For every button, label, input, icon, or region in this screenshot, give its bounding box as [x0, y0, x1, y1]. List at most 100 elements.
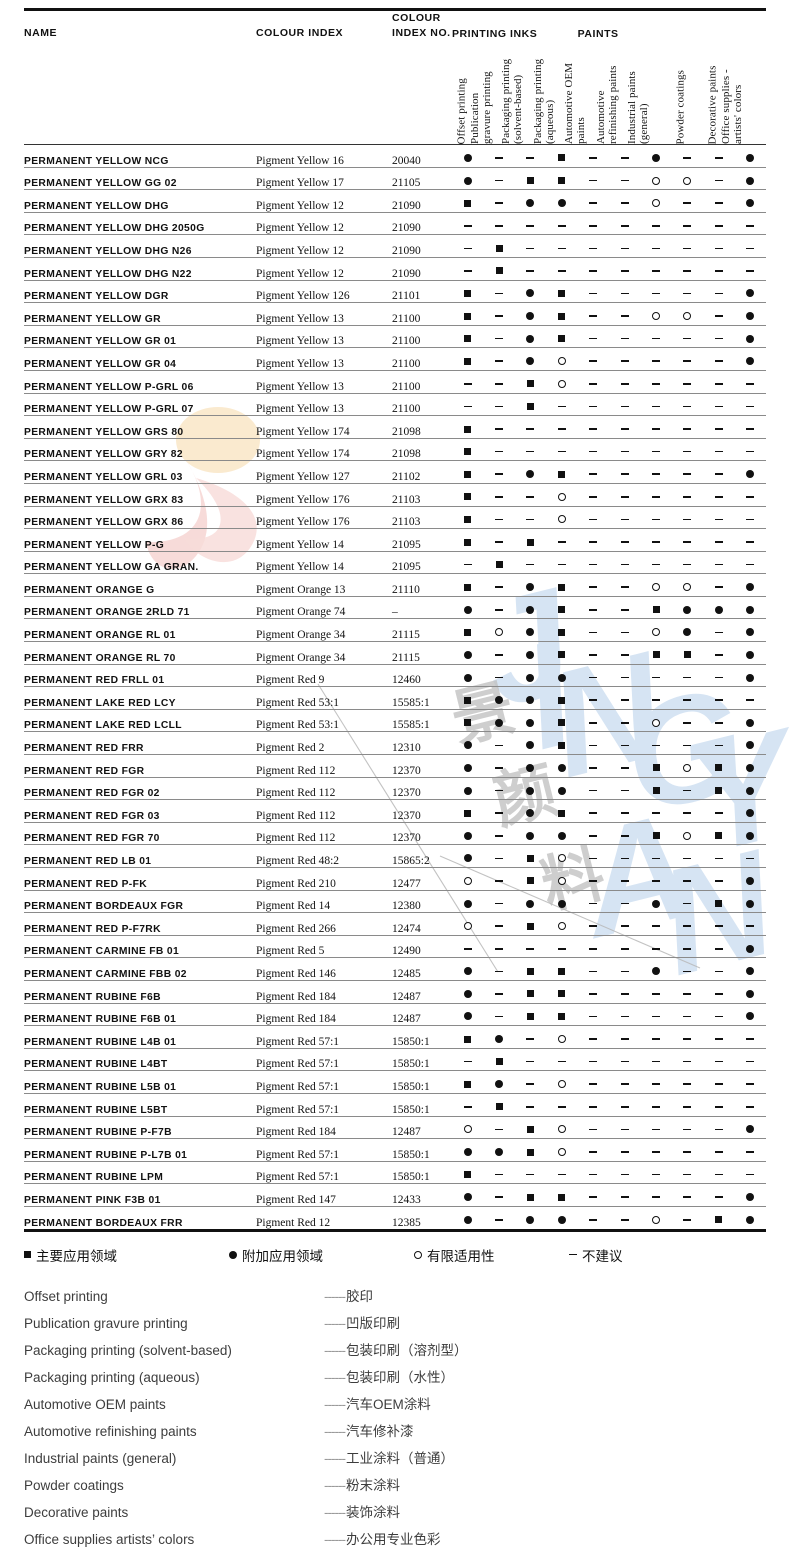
cell-pack_aqueous: [546, 1138, 578, 1162]
mark-circle-additional: [557, 199, 566, 208]
mark-dash-not-recommended: [683, 247, 692, 250]
cell-colour-index-no: 21090: [392, 234, 452, 258]
cell-offset: [452, 1092, 484, 1117]
mark-circle-additional: [557, 899, 566, 908]
cell-office: [734, 211, 766, 235]
table-row[interactable]: PERMANENT YELLOW NCG Pigment Yellow 16 200…: [24, 144, 766, 168]
cell-colour-index: Pigment Yellow 14: [256, 550, 392, 574]
table-row[interactable]: PERMANENT RED FRR Pigment Red 2 12310: [24, 731, 766, 755]
cell-powder: [671, 1138, 704, 1162]
cell-auto_refinish: [608, 708, 641, 732]
cell-offset: [452, 1002, 484, 1026]
table-row[interactable]: PERMANENT BORDEAUX FGR Pigment Red 14 1238…: [24, 889, 766, 913]
mark-dash-not-recommended: [495, 360, 504, 363]
legend-item-chinese: 粉末涂料: [345, 1477, 400, 1493]
mark-open-circle-limited: [557, 876, 566, 885]
cell-auto_oem: [577, 1138, 609, 1162]
table-row[interactable]: PERMANENT ORANGE RL 01 Pigment Orange 34 2…: [24, 618, 766, 642]
table-row[interactable]: PERMANENT RUBINE L5BT Pigment Red 57:1 158…: [24, 1092, 766, 1117]
table-row[interactable]: PERMANENT YELLOW GRX 83 Pigment Yellow 17…: [24, 482, 766, 506]
cell-gravure: [483, 1092, 515, 1117]
table-row[interactable]: PERMANENT RUBINE LPM Pigment Red 57:1 1585…: [24, 1160, 766, 1184]
cell-pack_solvent: [514, 234, 547, 258]
mark-dash-not-recommended: [683, 292, 692, 295]
mark-square-primary: [526, 380, 534, 388]
table-row[interactable]: PERMANENT RED FRLL 01 Pigment Red 9 12460: [24, 663, 766, 687]
legend-item: Offset printing ------ 胶印: [24, 1283, 766, 1310]
table-row[interactable]: PERMANENT RED FGR 70 Pigment Red 112 12370: [24, 821, 766, 845]
table-row[interactable]: PERMANENT YELLOW DHG 2050G Pigment Yellow…: [24, 211, 766, 235]
table-row[interactable]: PERMANENT BORDEAUX FRR Pigment Red 12 1238…: [24, 1205, 766, 1229]
table-row[interactable]: PERMANENT RED LB 01 Pigment Red 48:2 15865…: [24, 844, 766, 868]
cell-gravure: [483, 1025, 515, 1049]
mark-dash-not-recommended: [557, 1173, 566, 1176]
table-row[interactable]: PERMANENT YELLOW GG 02 Pigment Yellow 17 2…: [24, 166, 766, 190]
cell-offset: [452, 234, 484, 258]
cell-auto_oem: [577, 641, 609, 665]
mark-dash-not-recommended: [589, 202, 598, 204]
table-row[interactable]: PERMANENT YELLOW GR 01 Pigment Yellow 13 2…: [24, 324, 766, 348]
table-row[interactable]: PERMANENT YELLOW DGR Pigment Yellow 126 21…: [24, 279, 766, 303]
table-row[interactable]: PERMANENT RUBINE P-L7B 01 Pigment Red 57:…: [24, 1138, 766, 1162]
mark-square-primary: [464, 1080, 472, 1088]
table-row[interactable]: PERMANENT RUBINE F6B 01 Pigment Red 184 12…: [24, 1002, 766, 1026]
table-row[interactable]: PERMANENT YELLOW P-GRL 06 Pigment Yellow …: [24, 369, 766, 394]
cell-product-name: PERMANENT YELLOW NCG: [24, 144, 256, 168]
table-row[interactable]: PERMANENT RUBINE L4BT Pigment Red 57:1 158…: [24, 1047, 766, 1071]
mark-circle-additional: [463, 176, 472, 185]
mark-dash-not-recommended: [683, 1196, 692, 1199]
table-row[interactable]: PERMANENT YELLOW GRY 82 Pigment Yellow 17…: [24, 437, 766, 461]
mark-square-primary: [464, 696, 472, 704]
cell-decorative: [703, 347, 735, 371]
table-row[interactable]: PERMANENT RED P-FK Pigment Red 210 12477: [24, 867, 766, 891]
mark-dash-not-recommended: [714, 925, 723, 927]
mark-dash-not-recommended: [589, 1151, 598, 1153]
cell-product-name: PERMANENT YELLOW P-GRL 07: [24, 392, 256, 416]
cell-colour-index-no: 15850:1: [392, 1070, 452, 1094]
cell-powder: [671, 1070, 704, 1094]
table-row[interactable]: PERMANENT RED FGR Pigment Red 112 12370: [24, 754, 766, 778]
mark-dash-not-recommended: [683, 428, 692, 430]
cell-decorative: [703, 663, 735, 687]
table-row[interactable]: PERMANENT YELLOW P-G Pigment Yellow 14 210…: [24, 528, 766, 552]
table-row[interactable]: PERMANENT YELLOW GRL 03 Pigment Yellow 12…: [24, 460, 766, 484]
table-row[interactable]: PERMANENT RED FGR 02 Pigment Red 112 12370: [24, 776, 766, 800]
table-row[interactable]: PERMANENT LAKE RED LCLL Pigment Red 53:1 1…: [24, 708, 766, 732]
cell-auto_refinish: [608, 618, 641, 642]
mark-dash-not-recommended: [714, 473, 723, 476]
table-row[interactable]: PERMANENT RUBINE L5B 01 Pigment Red 57:1 1…: [24, 1070, 766, 1094]
mark-dash-not-recommended: [746, 383, 755, 385]
table-row[interactable]: PERMANENT ORANGE G Pigment Orange 13 21110: [24, 573, 766, 597]
table-row[interactable]: PERMANENT YELLOW DHG N26 Pigment Yellow 1…: [24, 234, 766, 258]
cell-pack_aqueous: [546, 1160, 578, 1184]
table-row[interactable]: PERMANENT PINK F3B 01 Pigment Red 147 1243…: [24, 1183, 766, 1207]
legend-key-mark-dash-not-recommended: 不建议: [569, 1245, 623, 1265]
table-row[interactable]: PERMANENT YELLOW DHG Pigment Yellow 12 210…: [24, 189, 766, 213]
table-row[interactable]: PERMANENT RUBINE F6B Pigment Red 184 12487: [24, 979, 766, 1004]
table-row[interactable]: PERMANENT CARMINE FBB 02 Pigment Red 146 1…: [24, 957, 766, 981]
table-row[interactable]: PERMANENT RUBINE L4B 01 Pigment Red 57:1 1…: [24, 1025, 766, 1049]
mark-dash-not-recommended: [746, 1060, 755, 1063]
table-row[interactable]: PERMANENT CARMINE FB 01 Pigment Red 5 1249…: [24, 934, 766, 958]
mark-square-primary: [464, 719, 472, 727]
table-row[interactable]: PERMANENT RED P-F7RK Pigment Red 266 12474: [24, 912, 766, 936]
mark-dash-not-recommended: [714, 224, 723, 227]
cell-auto_oem: [577, 550, 609, 574]
table-row[interactable]: PERMANENT YELLOW GR 04 Pigment Yellow 13 2…: [24, 347, 766, 371]
table-row[interactable]: PERMANENT YELLOW GRX 86 Pigment Yellow 17…: [24, 505, 766, 529]
mark-circle-additional: [746, 650, 755, 659]
table-row[interactable]: PERMANENT YELLOW DHG N22 Pigment Yellow 1…: [24, 256, 766, 281]
cell-auto_oem: [577, 889, 609, 913]
mark-square-primary: [495, 561, 503, 569]
table-row[interactable]: PERMANENT YELLOW GR Pigment Yellow 13 2110…: [24, 302, 766, 326]
table-row[interactable]: PERMANENT YELLOW GRS 80 Pigment Yellow 17…: [24, 415, 766, 439]
table-row[interactable]: PERMANENT RUBINE P-F7B Pigment Red 184 124…: [24, 1115, 766, 1139]
table-row[interactable]: PERMANENT RED FGR 03 Pigment Red 112 12370: [24, 799, 766, 823]
mark-dash-not-recommended: [620, 880, 629, 882]
table-row[interactable]: PERMANENT YELLOW GA GRAN. Pigment Yellow …: [24, 550, 766, 574]
table-row[interactable]: PERMANENT LAKE RED LCY Pigment Red 53:1 15…: [24, 686, 766, 710]
table-row[interactable]: PERMANENT ORANGE 2RLD 71 Pigment Orange 7…: [24, 595, 766, 619]
table-row[interactable]: PERMANENT YELLOW P-GRL 07 Pigment Yellow …: [24, 392, 766, 416]
table-row[interactable]: PERMANENT ORANGE RL 70 Pigment Orange 34 2…: [24, 641, 766, 665]
cell-decorative: [703, 324, 735, 348]
